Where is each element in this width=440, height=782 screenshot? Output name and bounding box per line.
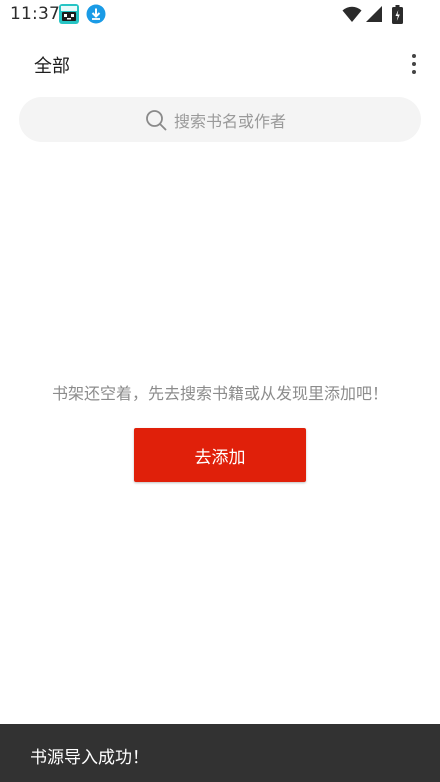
empty-bookshelf-message: 书架还空着，先去搜索书籍或从发现里添加吧！: [51, 384, 388, 403]
search-icon: [146, 109, 167, 130]
snackbar-message: 书源导入成功！: [30, 748, 149, 768]
battery-icon: [392, 5, 403, 24]
add-books-button[interactable]: 去添加: [134, 428, 306, 482]
status-bar: 11:37: [0, 0, 440, 30]
status-time: 11:37: [10, 4, 60, 24]
search-bar[interactable]: 搜索书名或作者: [19, 97, 421, 142]
game-notification-icon: [59, 4, 79, 24]
wifi-icon: [342, 6, 362, 22]
top-bar: 全部: [0, 40, 440, 86]
more-vertical-icon: [412, 54, 416, 58]
more-options-button[interactable]: [402, 50, 426, 78]
cell-signal-icon: [366, 6, 382, 22]
more-vertical-icon-dot: [412, 70, 416, 74]
page-title[interactable]: 全部: [34, 52, 70, 78]
more-vertical-icon-dot: [412, 62, 416, 66]
search-placeholder: 搜索书名或作者: [173, 111, 286, 131]
snackbar: 书源导入成功！: [0, 724, 440, 782]
download-notification-icon: [86, 4, 106, 24]
